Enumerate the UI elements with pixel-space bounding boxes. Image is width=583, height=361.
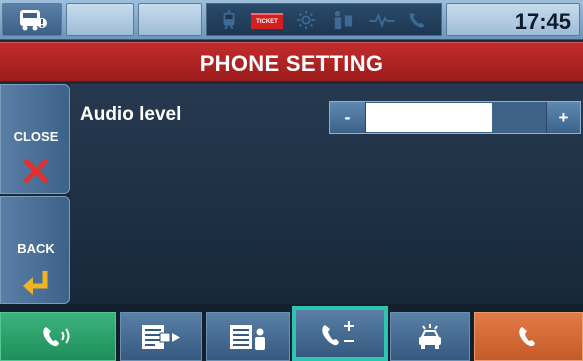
light-icon	[296, 10, 316, 30]
passenger-icon	[334, 10, 353, 30]
audio-level-track[interactable]	[366, 102, 546, 133]
phone-icon	[409, 12, 425, 28]
call-volume-button[interactable]	[0, 312, 116, 361]
bottom-bar	[0, 304, 583, 361]
hangup-icon	[518, 326, 535, 346]
clock-time: 17:45	[514, 9, 571, 34]
send-message-button[interactable]	[120, 312, 202, 361]
page-title: PHONE SETTING	[199, 51, 384, 76]
back-label: BACK	[17, 241, 55, 256]
status-slot-2[interactable]	[138, 3, 202, 36]
add-call-icon	[322, 320, 354, 345]
clock-panel: 17:45	[446, 3, 580, 36]
close-label: CLOSE	[13, 129, 59, 144]
audio-decrease-button[interactable]: -	[330, 102, 366, 133]
taxi-icon	[419, 323, 441, 349]
message-passenger-button[interactable]	[206, 312, 290, 361]
back-button[interactable]: BACK	[0, 196, 70, 304]
vehicle-alert-icon	[20, 10, 47, 31]
close-x-icon	[23, 158, 49, 184]
hangup-button[interactable]	[474, 312, 583, 361]
status-bar: TICKET 17:45	[0, 0, 583, 40]
message-passenger-icon	[230, 324, 265, 350]
ticket-label: TICKET	[256, 19, 278, 25]
audio-level-label: Audio level	[80, 104, 182, 125]
phone-volume-icon	[43, 326, 70, 346]
title-bar: PHONE SETTING	[0, 42, 583, 82]
send-message-icon	[142, 324, 180, 349]
tram-icon	[223, 10, 235, 30]
add-call-button[interactable]	[292, 306, 388, 361]
taxi-button[interactable]	[390, 312, 470, 361]
close-button[interactable]: CLOSE	[0, 84, 70, 194]
status-slot-1[interactable]	[66, 3, 134, 36]
audio-level-fill	[366, 103, 492, 132]
back-arrow-icon	[23, 271, 48, 295]
ticket-icon: TICKET	[251, 13, 283, 29]
signal-icon	[369, 13, 395, 29]
status-icons-panel: TICKET	[206, 3, 442, 36]
vehicle-status-button[interactable]	[2, 3, 62, 36]
audio-increase-button[interactable]: +	[546, 102, 580, 133]
audio-level-slider[interactable]: - +	[329, 101, 581, 134]
